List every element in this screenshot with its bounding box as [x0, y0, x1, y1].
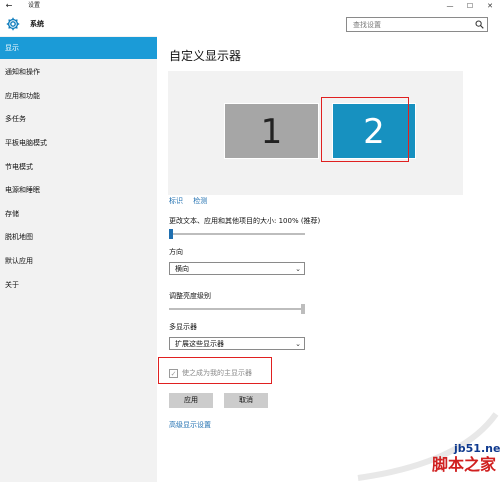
search-input[interactable]: 查找设置	[346, 17, 488, 32]
watermark-text-name: 脚本之家	[432, 455, 497, 474]
main-display-checkbox-label: 使之成为我的主显示器	[182, 369, 252, 377]
monitor-1[interactable]: 1	[224, 103, 319, 159]
scale-slider-thumb[interactable]	[169, 229, 173, 239]
orientation-dropdown[interactable]: 横向 ⌄	[169, 262, 305, 275]
title-bar: ← 设置 — ☐ ✕	[0, 0, 500, 12]
sidebar-item-power-sleep[interactable]: 电源和睡眠	[0, 179, 157, 201]
search-icon	[475, 20, 484, 29]
preview-links: 标识 检测	[169, 196, 215, 206]
close-button[interactable]: ✕	[480, 0, 500, 12]
checkmark-icon: ✓	[170, 370, 177, 378]
chevron-down-icon: ⌄	[295, 340, 301, 348]
section-title: 系统	[30, 20, 44, 28]
scale-label: 更改文本、应用和其他项目的大小: 100% (推荐)	[169, 217, 321, 225]
brightness-slider-track	[169, 308, 305, 310]
back-arrow-icon[interactable]: ←	[4, 1, 14, 11]
identify-link[interactable]: 标识	[169, 197, 183, 205]
search-placeholder: 查找设置	[353, 21, 381, 29]
sidebar-item-about[interactable]: 关于	[0, 274, 157, 296]
sidebar: 显示 通知和操作 应用和功能 多任务 平板电脑模式 节电模式 电源和睡眠 存储 …	[0, 36, 157, 482]
window-title: 设置	[28, 2, 41, 9]
sidebar-item-default-apps[interactable]: 默认应用	[0, 250, 157, 272]
sidebar-item-notifications[interactable]: 通知和操作	[0, 61, 157, 83]
page-title: 自定义显示器	[169, 49, 242, 63]
multi-display-dropdown[interactable]: 扩展这些显示器 ⌄	[169, 337, 305, 350]
main-display-checkbox[interactable]: ✓	[169, 369, 178, 378]
orientation-label: 方向	[169, 248, 183, 256]
sidebar-item-multitasking[interactable]: 多任务	[0, 108, 157, 130]
detect-link[interactable]: 检测	[193, 197, 207, 205]
sidebar-item-tablet-mode[interactable]: 平板电脑模式	[0, 132, 157, 154]
gear-icon	[6, 17, 20, 31]
multi-display-value: 扩展这些显示器	[175, 340, 224, 348]
multi-display-label: 多显示器	[169, 323, 197, 331]
sidebar-item-battery-saver[interactable]: 节电模式	[0, 156, 157, 178]
cancel-button[interactable]: 取消	[224, 393, 268, 408]
sidebar-item-offline-maps[interactable]: 脱机地图	[0, 226, 157, 248]
scale-slider-track	[169, 233, 305, 235]
minimize-button[interactable]: —	[440, 0, 460, 12]
sidebar-item-storage[interactable]: 存储	[0, 203, 157, 225]
chevron-down-icon: ⌄	[295, 265, 301, 273]
sidebar-item-display[interactable]: 显示	[0, 37, 157, 59]
orientation-value: 横向	[175, 265, 189, 273]
highlight-frame-monitor-2	[321, 97, 409, 162]
sidebar-item-apps[interactable]: 应用和功能	[0, 85, 157, 107]
brightness-slider-thumb[interactable]	[301, 304, 305, 314]
brightness-label: 调整亮度级别	[169, 292, 211, 300]
maximize-button[interactable]: ☐	[460, 0, 480, 12]
display-arrangement-preview: 1 2	[168, 71, 463, 195]
watermark-text-url: jb51.net	[454, 442, 500, 455]
advanced-display-settings-link[interactable]: 高级显示设置	[169, 420, 211, 430]
apply-button[interactable]: 应用	[169, 393, 213, 408]
